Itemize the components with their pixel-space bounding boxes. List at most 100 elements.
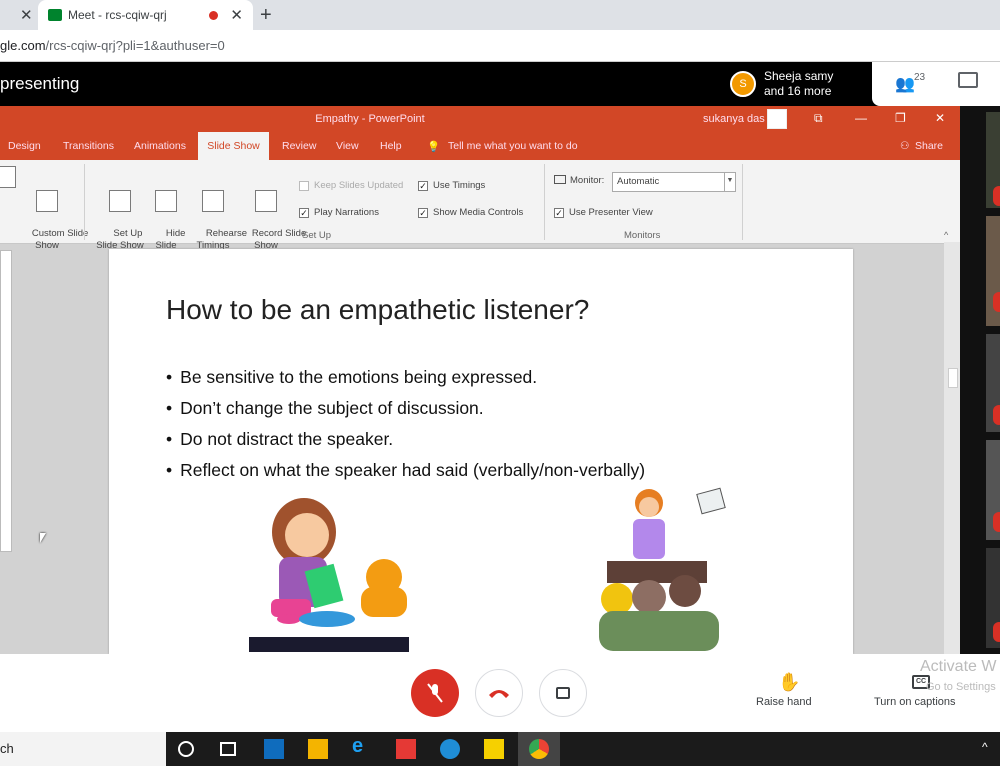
- play-narrations-label: Play Narrations: [314, 207, 379, 218]
- presenter-view-label: Use Presenter View: [569, 207, 653, 218]
- tab-review[interactable]: Review: [282, 140, 316, 152]
- internet-explorer-icon[interactable]: e: [352, 735, 372, 757]
- setup-show-label: Set Up Slide Show: [96, 228, 144, 251]
- play-narrations-checkbox[interactable]: ✓ Play Narrations: [299, 207, 379, 218]
- hang-up-icon: [489, 690, 509, 698]
- recording-icon: [209, 10, 219, 20]
- chevron-down-icon[interactable]: ▼: [724, 173, 735, 191]
- meet-header-actions: [872, 62, 1000, 106]
- user-name: sukanya das: [703, 113, 765, 125]
- lightbulb-icon: 💡: [427, 141, 441, 153]
- keep-slides-updated-checkbox[interactable]: Keep Slides Updated: [299, 180, 403, 191]
- close-icon[interactable]: ✕: [230, 6, 243, 24]
- custom-slide-show-button[interactable]: Custom Slide Show: [16, 166, 88, 264]
- collapse-ribbon-icon[interactable]: ^: [944, 230, 948, 240]
- restore-icon[interactable]: ❐: [895, 111, 906, 125]
- cortana-icon[interactable]: [178, 741, 194, 757]
- share-button[interactable]: Share: [915, 140, 943, 152]
- presenting-label: presenting: [0, 74, 80, 93]
- search-placeholder: ch: [0, 741, 14, 756]
- chat-icon[interactable]: [958, 72, 978, 88]
- tab-design[interactable]: Design: [8, 140, 41, 152]
- setup-group-label: Set Up: [302, 230, 332, 241]
- people-count: 23: [914, 72, 926, 83]
- hand-icon[interactable]: ✋: [778, 672, 800, 693]
- people-icon[interactable]: 👥: [895, 74, 915, 94]
- thumbnail-pane[interactable]: [0, 250, 12, 552]
- edge-icon[interactable]: [440, 739, 460, 759]
- microphone-toggle-button[interactable]: [411, 669, 459, 717]
- divider: [544, 164, 545, 240]
- custom-slide-show-label: Custom Slide Show: [31, 228, 89, 251]
- divider: [742, 164, 743, 240]
- outlook-icon[interactable]: [264, 739, 284, 759]
- participant-banner: S Sheeja samy and 16 more: [722, 64, 872, 104]
- vertical-scrollbar[interactable]: [944, 242, 960, 654]
- task-view-icon[interactable]: [220, 742, 236, 756]
- activation-watermark: Activate W: [920, 658, 997, 675]
- mic-off-icon: [993, 292, 1000, 312]
- mic-off-icon: [993, 512, 1000, 532]
- new-tab-button[interactable]: +: [260, 4, 272, 27]
- avatar[interactable]: [767, 109, 787, 129]
- bullet-list: Be sensitive to the emotions being expre…: [166, 362, 645, 486]
- ribbon-slide-show: Custom Slide Show Set Up Slide Show Hide…: [0, 160, 960, 251]
- meet-logo-icon: [48, 9, 62, 21]
- raise-hand-button[interactable]: Raise hand: [756, 696, 812, 708]
- browser-tab-bar: ✕ Meet - rcs-cqiw-qrj ✕ +: [0, 0, 1000, 30]
- record-icon: [255, 190, 277, 212]
- close-icon[interactable]: ✕: [20, 6, 33, 24]
- divider: [84, 164, 85, 240]
- document-title: Empathy - PowerPoint: [315, 113, 425, 125]
- tell-me-search[interactable]: Tell me what you want to do: [448, 140, 578, 152]
- taskbar-search[interactable]: ch: [0, 732, 166, 766]
- share-icon[interactable]: ⚇: [900, 140, 909, 152]
- slide-title: How to be an empathetic listener?: [166, 294, 590, 325]
- list-item: Reflect on what the speaker had said (ve…: [166, 455, 645, 486]
- leave-call-button[interactable]: [475, 669, 523, 717]
- keep-updated-label: Keep Slides Updated: [314, 180, 404, 191]
- mic-off-icon: [427, 683, 443, 703]
- tab-help[interactable]: Help: [380, 140, 402, 152]
- show-media-controls-checkbox[interactable]: ✓ Show Media Controls: [418, 207, 523, 218]
- monitor-select[interactable]: Automatic: [612, 172, 736, 192]
- teacher-students-illustration: [599, 487, 726, 651]
- close-icon[interactable]: ✕: [935, 111, 945, 125]
- tab-transitions[interactable]: Transitions: [63, 140, 114, 152]
- camera-icon: [556, 687, 570, 699]
- address-bar[interactable]: gle.com/rcs-cqiw-qrj?pli=1&authuser=0: [0, 30, 1000, 62]
- slides-icon: [36, 190, 58, 212]
- browser-tab-meet[interactable]: Meet - rcs-cqiw-qrj ✕: [38, 0, 253, 30]
- slide-canvas[interactable]: How to be an empathetic listener? Be sen…: [109, 249, 853, 654]
- mouse-cursor-icon: [40, 533, 46, 543]
- chrome-icon[interactable]: [529, 739, 549, 759]
- activation-watermark-sub: Go to Settings: [926, 681, 996, 693]
- hide-slide-icon: [155, 190, 177, 212]
- captions-button[interactable]: Turn on captions: [874, 696, 956, 708]
- setup-icon: [109, 190, 131, 212]
- monitor-icon: [554, 175, 566, 184]
- camera-toggle-button[interactable]: [539, 669, 587, 717]
- ribbon-display-icon[interactable]: ⧉: [814, 111, 823, 126]
- tab-view[interactable]: View: [336, 140, 359, 152]
- girl-cat-illustration: [249, 498, 409, 652]
- mic-off-icon: [993, 622, 1000, 642]
- presenter-view-checkbox[interactable]: ✓ Use Presenter View: [554, 207, 653, 218]
- use-timings-checkbox[interactable]: ✓ Use Timings: [418, 180, 485, 191]
- tab-slide-show[interactable]: Slide Show: [198, 132, 269, 160]
- hide-slide-label: Hide Slide: [155, 228, 186, 251]
- monitor-label: Monitor:: [570, 175, 605, 186]
- sticky-notes-icon[interactable]: [484, 739, 504, 759]
- scrollbar-thumb[interactable]: [948, 368, 958, 388]
- chevron-up-icon[interactable]: ^: [982, 740, 988, 754]
- file-explorer-icon[interactable]: [308, 739, 328, 759]
- show-media-label: Show Media Controls: [433, 207, 524, 218]
- minimize-icon[interactable]: —: [855, 111, 867, 125]
- shared-powerpoint-window: Empathy - PowerPoint sukanya das ⧉ — ❐ ✕…: [0, 106, 960, 654]
- browser-tab-previous[interactable]: ✕: [0, 0, 38, 30]
- tab-animations[interactable]: Animations: [134, 140, 186, 152]
- ppt-title-bar: Empathy - PowerPoint sukanya das ⧉ — ❐ ✕: [0, 106, 960, 132]
- present-online-button[interactable]: [0, 166, 16, 192]
- anydesk-icon[interactable]: [396, 739, 416, 759]
- url-host: gle.com: [0, 38, 46, 53]
